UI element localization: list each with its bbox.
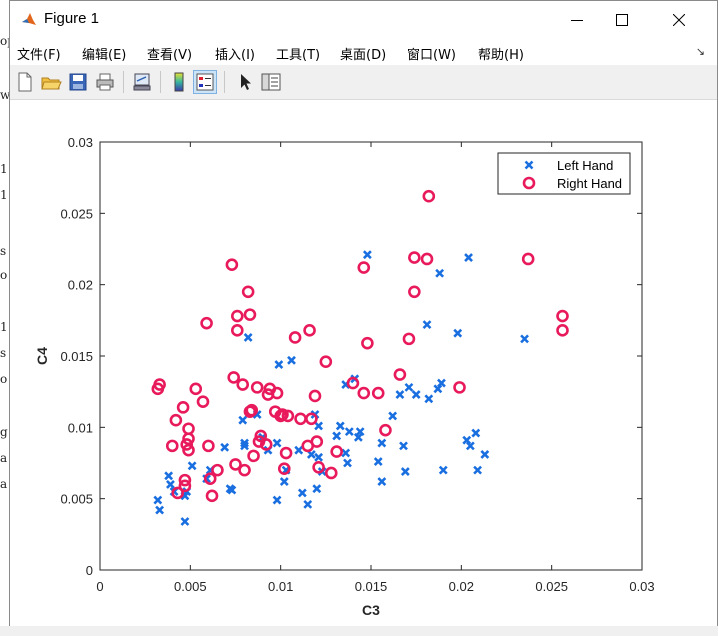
menu-bar: 文件(F) 编辑(E) 查看(V) 插入(I) 工具(T) 桌面(D) 窗口(W… <box>10 39 717 65</box>
property-inspector-icon[interactable] <box>260 71 282 93</box>
y-tick-label: 0.01 <box>68 420 93 435</box>
menu-help[interactable]: 帮助(H) <box>478 44 524 63</box>
background-text-fragment: s <box>0 244 7 258</box>
close-icon <box>673 14 685 26</box>
legend-label-right-hand: Right Hand <box>557 176 622 191</box>
x-tick-label: 0.015 <box>355 579 388 594</box>
y-tick-label: 0 <box>86 563 93 578</box>
y-tick-label: 0.03 <box>68 135 93 150</box>
close-button[interactable] <box>656 1 702 39</box>
x-tick-label: 0.02 <box>449 579 474 594</box>
background-text-fragment: a <box>0 451 8 465</box>
window-title: Figure 1 <box>44 10 100 27</box>
x-tick-label: 0.01 <box>268 579 293 594</box>
x-tick-label: 0.025 <box>535 579 568 594</box>
toolbar-separator <box>224 71 225 93</box>
axes-box <box>99 141 643 571</box>
menu-file[interactable]: 文件(F) <box>17 44 61 63</box>
scatter-plot: 0 0.005 0.01 0.015 0.02 0.025 0.03 0 0.005 0.01 0.… <box>34 135 655 618</box>
minimize-icon <box>571 20 583 21</box>
menu-desktop[interactable]: 桌面(D) <box>340 44 386 63</box>
background-text-fragment: 1 <box>0 188 8 202</box>
menu-edit[interactable]: 编辑(E) <box>82 44 126 63</box>
open-file-icon[interactable] <box>40 71 62 93</box>
insert-colorbar-icon[interactable] <box>168 71 190 93</box>
background-text-fragment: 1 <box>0 162 8 176</box>
insert-legend-icon[interactable] <box>193 70 217 94</box>
y-axis-label: C4 <box>34 347 50 365</box>
x-tick-label: 0 <box>96 579 103 594</box>
matlab-logo-icon <box>22 13 36 25</box>
new-figure-icon[interactable] <box>14 71 36 93</box>
print-icon[interactable] <box>94 71 116 93</box>
x-tick-label: 0.03 <box>629 579 654 594</box>
figure-window: Figure 1 文件(F) 编辑(E) 查看(V) 插入(I) 工具(T) 桌… <box>9 0 718 626</box>
toolbar-separator <box>160 71 161 93</box>
menu-view[interactable]: 查看(V) <box>147 44 192 63</box>
legend[interactable]: Left Hand Right Hand <box>497 152 631 195</box>
maximize-button[interactable] <box>599 1 645 39</box>
save-icon[interactable] <box>67 71 89 93</box>
x-axis-label: C3 <box>362 602 380 618</box>
minimize-button[interactable] <box>554 1 600 39</box>
maximize-icon <box>616 14 628 26</box>
toolbar-separator <box>123 71 124 93</box>
title-bar[interactable]: Figure 1 <box>10 1 717 39</box>
toolbar <box>10 65 717 100</box>
background-text-fragment: o <box>0 268 8 282</box>
background-panel <box>0 626 718 636</box>
menu-tools[interactable]: 工具(T) <box>276 44 320 63</box>
edit-plot-icon[interactable] <box>234 71 256 93</box>
y-tick-label: 0.005 <box>60 492 93 507</box>
y-tick-label: 0.02 <box>68 278 93 293</box>
axes-group: 0 0.005 0.01 0.015 0.02 0.025 0.03 0 0.005 0.01 0.… <box>34 135 655 618</box>
x-tick-label: 0.005 <box>174 579 207 594</box>
menu-insert[interactable]: 插入(I) <box>215 44 255 63</box>
background-text-fragment: 1 <box>0 320 8 334</box>
y-tick-label: 0.015 <box>60 349 93 364</box>
background-text-fragment: s <box>0 346 7 360</box>
y-tick-label: 0.025 <box>60 206 93 221</box>
background-text-fragment: a <box>0 477 8 491</box>
background-text-fragment: o <box>0 372 8 386</box>
background-text-fragment: g <box>0 425 8 439</box>
figure-canvas[interactable]: 0 0.005 0.01 0.015 0.02 0.025 0.03 0 0.005 0.01 0.… <box>10 100 717 626</box>
dock-arrow-icon[interactable]: ↘ <box>696 45 705 58</box>
legend-label-left-hand: Left Hand <box>557 158 613 173</box>
menu-window[interactable]: 窗口(W) <box>407 44 456 63</box>
link-plot-icon[interactable] <box>131 71 153 93</box>
